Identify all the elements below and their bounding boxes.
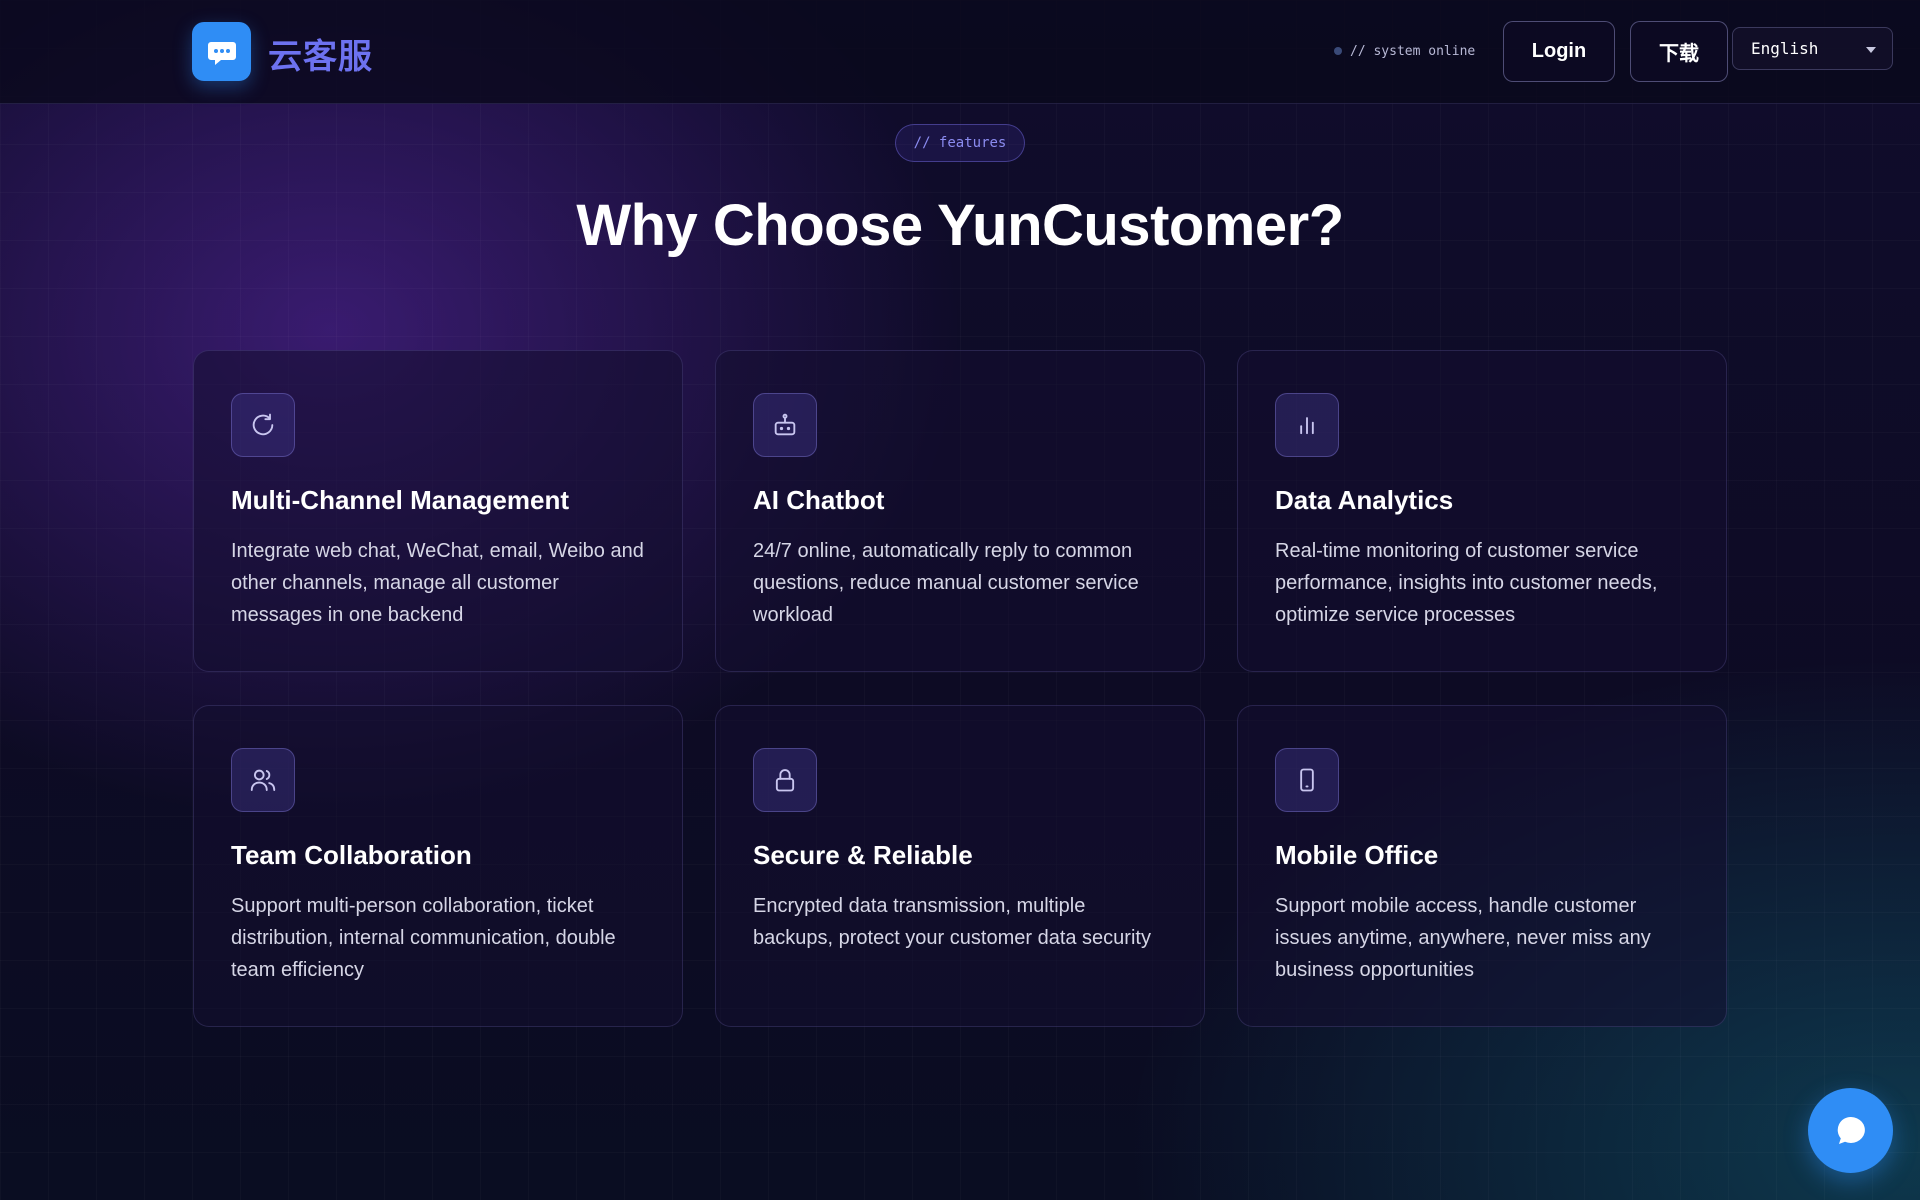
card-description: Real-time monitoring of customer service…	[1275, 540, 1658, 626]
card-title: Data Analytics	[1275, 485, 1454, 515]
smartphone-icon	[1300, 768, 1314, 792]
card-icon-box	[231, 393, 295, 457]
chevron-down-icon	[1866, 47, 1876, 53]
top-nav: 云客服 // system online Login 下载 English	[0, 0, 1920, 104]
card-title: Secure & Reliable	[753, 840, 973, 870]
status-text: // system online	[1350, 43, 1476, 59]
card-icon-box	[1275, 748, 1339, 812]
feature-card-mobile-office[interactable]: Mobile Office Support mobile access, han…	[1237, 705, 1727, 1027]
card-icon-box	[753, 393, 817, 457]
logo[interactable]	[192, 22, 251, 81]
card-title: AI Chatbot	[753, 485, 885, 515]
language-select[interactable]: English	[1732, 27, 1893, 70]
language-value: English	[1751, 39, 1819, 58]
section-heading: Why Choose YunCustomer?	[576, 193, 1344, 258]
feature-grid: Multi-Channel Management Integrate web c…	[193, 350, 1728, 1027]
card-title: Team Collaboration	[231, 840, 472, 870]
status-dot-icon	[1334, 47, 1342, 55]
feature-card-data-analytics[interactable]: Data Analytics Real-time monitoring of c…	[1237, 350, 1727, 672]
feature-card-secure-reliable[interactable]: Secure & Reliable Encrypted data transmi…	[715, 705, 1205, 1027]
chat-bubble-icon	[207, 41, 236, 65]
system-status: // system online	[1334, 41, 1475, 61]
card-description: Support multi-person collaboration, tick…	[231, 895, 616, 981]
bar-chart-icon	[1300, 417, 1314, 435]
feature-card-team-collaboration[interactable]: Team Collaboration Support multi-person …	[193, 705, 683, 1027]
card-description: 24/7 online, automatically reply to comm…	[753, 540, 1139, 626]
chat-widget-button[interactable]	[1808, 1088, 1893, 1173]
card-title: Multi-Channel Management	[231, 485, 570, 515]
card-title: Mobile Office	[1275, 840, 1439, 870]
feature-card-ai-chatbot[interactable]: AI Chatbot 24/7 online, automatically re…	[715, 350, 1205, 672]
card-description: Encrypted data transmission, multiple ba…	[753, 895, 1151, 949]
robot-icon	[774, 413, 796, 436]
card-icon-box	[1275, 393, 1339, 457]
feature-card-multi-channel[interactable]: Multi-Channel Management Integrate web c…	[193, 350, 683, 672]
refresh-icon	[252, 413, 274, 436]
card-icon-box	[753, 748, 817, 812]
login-button[interactable]: Login	[1503, 21, 1615, 82]
card-description: Support mobile access, handle customer i…	[1275, 895, 1651, 981]
brand-name[interactable]: 云客服	[268, 29, 373, 78]
section-tag: // features	[895, 124, 1025, 162]
chat-bubble-icon	[1837, 1116, 1865, 1144]
lock-icon	[775, 769, 795, 792]
card-description: Integrate web chat, WeChat, email, Weibo…	[231, 540, 644, 626]
card-icon-box	[231, 748, 295, 812]
download-button[interactable]: 下载	[1630, 21, 1728, 82]
users-icon	[250, 769, 276, 791]
